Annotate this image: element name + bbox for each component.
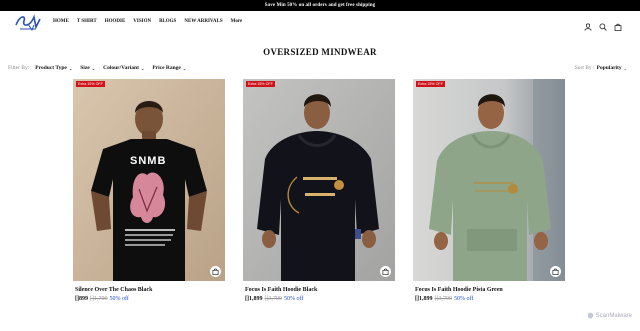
nav-blogs[interactable]: BLOGS	[159, 19, 176, 24]
bag-icon	[382, 268, 389, 275]
bag-icon	[212, 268, 219, 275]
chevron-down-icon: ⌄	[68, 65, 73, 71]
main-nav: HOME T SHIRT HOODIE VISION BLOGS NEW ARR…	[53, 19, 242, 24]
product-card[interactable]: Extra 15% OFF Focus Is Faith Hoodie Pist…	[413, 79, 565, 302]
filter-colour-label: Colour/Variant	[103, 65, 139, 71]
filter-colour-variant[interactable]: Colour/Variant ⌄	[103, 65, 144, 71]
price-current: []1,899	[415, 296, 433, 302]
price-original: []3,799	[434, 296, 453, 302]
print-logo-text: SNMB	[130, 155, 167, 167]
page-title: OVERSIZED MINDWEAR	[263, 47, 377, 57]
sort-dropdown[interactable]: Sort By : Popularity ⌄	[575, 65, 627, 71]
chevron-down-icon: ⌄	[182, 65, 187, 71]
product-name[interactable]: Focus Is Faith Hoodie Black	[245, 287, 395, 293]
add-to-cart-button[interactable]	[550, 266, 561, 277]
discount-badge: Extra 15% OFF	[246, 81, 275, 87]
product-price: []1,899 []3,799 50% off	[415, 296, 565, 302]
product-name[interactable]: Silence Over The Chaos Black	[75, 287, 225, 293]
price-current: []899	[75, 296, 88, 302]
price-discount: 50% off	[109, 296, 129, 302]
nav-hoodie[interactable]: HOODIE	[105, 19, 126, 24]
product-image[interactable]: SNMB Extra 15% OFF	[73, 79, 225, 281]
watermark: ScanMalware	[587, 312, 632, 319]
product-card[interactable]: SNMB Extra 15% OFF Silence Over The Chao…	[73, 79, 225, 302]
filter-label: Filter By:	[8, 65, 30, 71]
product-name[interactable]: Focus Is Faith Hoodie Pista Green	[415, 287, 565, 293]
product-card[interactable]: Extra 15% OFF Focus Is Faith Hoodie Blac…	[243, 79, 395, 302]
add-to-cart-button[interactable]	[210, 266, 221, 277]
chevron-down-icon: ⌄	[623, 65, 627, 71]
discount-badge: Extra 15% OFF	[76, 81, 105, 87]
brand-logo[interactable]	[14, 13, 42, 33]
add-to-cart-button[interactable]	[380, 266, 391, 277]
filter-size[interactable]: Size ⌄	[80, 65, 95, 71]
announcement-text: Save Min 50% on all orders and get free …	[264, 3, 376, 8]
product-image[interactable]: Extra 15% OFF	[413, 79, 565, 281]
product-image[interactable]: Extra 15% OFF	[243, 79, 395, 281]
shield-icon	[587, 312, 593, 319]
filter-price-range[interactable]: Price Range ⌄	[152, 65, 186, 71]
nav-new-arrivals[interactable]: NEW ARRIVALS	[184, 19, 222, 24]
filter-bar: Filter By: Product Type ⌄ Size ⌄ Colour/Va…	[8, 65, 194, 71]
discount-badge: Extra 15% OFF	[416, 81, 445, 87]
nav-tshirt[interactable]: T SHIRT	[77, 19, 97, 24]
product-price: []899 []1,799 50% off	[75, 296, 225, 302]
price-discount: 50% off	[454, 296, 474, 302]
header-icons	[584, 18, 622, 31]
nav-more[interactable]: More	[231, 19, 243, 24]
chevron-down-icon: ⌄	[91, 65, 96, 71]
price-discount: 50% off	[284, 296, 304, 302]
search-icon[interactable]	[599, 18, 607, 31]
filter-size-label: Size	[80, 65, 90, 71]
filter-price-label: Price Range	[152, 65, 181, 71]
site-header: HOME T SHIRT HOODIE VISION BLOGS NEW ARR…	[0, 11, 640, 35]
user-icon[interactable]	[584, 18, 592, 31]
cart-icon[interactable]	[614, 18, 622, 31]
sort-label: Sort By :	[574, 65, 595, 71]
chevron-down-icon: ⌄	[140, 65, 145, 71]
sort-value: Popularity	[596, 65, 622, 71]
filter-product-type-label: Product Type	[35, 65, 67, 71]
filter-product-type[interactable]: Product Type ⌄	[35, 65, 72, 71]
nav-home[interactable]: HOME	[53, 19, 69, 24]
watermark-text: ScanMalware	[595, 312, 632, 319]
bag-icon	[552, 268, 559, 275]
price-current: []1,899	[245, 296, 263, 302]
announcement-bar: Save Min 50% on all orders and get free …	[0, 0, 640, 11]
product-price: []1,899 []3,799 50% off	[245, 296, 395, 302]
nav-vision[interactable]: VISION	[133, 19, 151, 24]
price-original: []3,799	[264, 296, 283, 302]
price-original: []1,799	[90, 296, 108, 302]
